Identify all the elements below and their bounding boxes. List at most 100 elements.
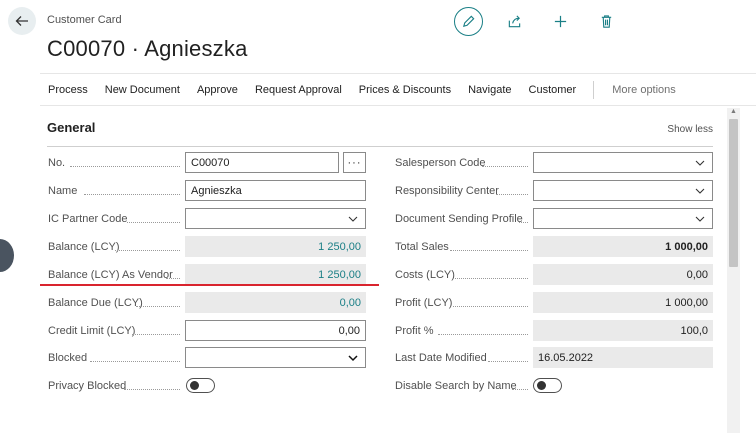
highlight-underline — [40, 284, 379, 286]
menu-prices-discounts[interactable]: Prices & Discounts — [351, 84, 460, 96]
field-row-ic-partner: IC Partner Code — [48, 208, 127, 229]
add-icon — [554, 15, 566, 27]
no-input[interactable]: C00070 — [185, 152, 339, 173]
field-row-credit-limit: Credit Limit (LCY) — [48, 320, 135, 341]
page-caption: Customer Card — [47, 14, 122, 26]
leader-dots — [166, 278, 180, 279]
field-label-disable-search: Disable Search by Name — [395, 379, 517, 392]
field-label-privacy-blocked: Privacy Blocked — [48, 379, 127, 392]
balance-lcy-value[interactable]: 1 250,00 — [185, 236, 366, 257]
edit-button[interactable] — [454, 6, 483, 36]
leader-dots — [519, 222, 528, 223]
vertical-scrollbar[interactable]: ▲ — [727, 108, 740, 433]
field-row-responsibility: Responsibility Center — [395, 180, 499, 201]
chevron-down-icon — [695, 188, 705, 194]
field-row-name: Name — [48, 180, 77, 201]
show-less-link[interactable]: Show less — [667, 124, 713, 135]
field-label-name: Name — [48, 184, 78, 197]
field-row-blocked: Blocked — [48, 347, 87, 368]
scroll-up-icon[interactable]: ▲ — [730, 108, 737, 115]
balance-due-value[interactable]: 0,00 — [185, 292, 366, 313]
field-row-salesperson: Salesperson Code — [395, 152, 486, 173]
share-icon — [508, 14, 520, 27]
new-button[interactable] — [545, 6, 575, 36]
leader-dots — [127, 222, 180, 223]
action-menu-bar: Process New Document Approve Request App… — [40, 73, 756, 106]
toggle-knob — [190, 381, 199, 390]
field-row-total-sales: Total Sales — [395, 236, 449, 257]
field-row-profit-pct: Profit % — [395, 320, 434, 341]
leader-dots — [136, 306, 180, 307]
delete-button[interactable] — [591, 6, 621, 36]
menu-new-document[interactable]: New Document — [97, 84, 189, 96]
disable-search-toggle[interactable] — [533, 378, 562, 393]
menu-more-options[interactable]: More options — [604, 84, 685, 96]
leader-dots — [488, 361, 528, 362]
leader-dots — [132, 334, 180, 335]
leader-dots — [482, 166, 528, 167]
leader-dots — [124, 389, 180, 390]
field-row-doc-sending: Document Sending Profile — [395, 208, 523, 229]
profit-percent-value: 100,0 — [533, 320, 713, 341]
last-date-modified-value: 16.05.2022 — [533, 347, 713, 368]
chevron-down-icon — [695, 160, 705, 166]
blocked-select[interactable] — [185, 347, 366, 368]
menu-approve[interactable]: Approve — [189, 84, 247, 96]
salesperson-code-select[interactable] — [533, 152, 713, 173]
field-row-no: No. — [48, 152, 65, 173]
profit-lcy-value: 1 000,00 — [533, 292, 713, 313]
chevron-down-icon — [695, 216, 705, 222]
field-row-last-modified: Last Date Modified — [395, 347, 487, 368]
document-sending-profile-select[interactable] — [533, 208, 713, 229]
field-row-disable-search: Disable Search by Name — [395, 375, 517, 396]
privacy-blocked-toggle[interactable] — [186, 378, 215, 393]
leader-dots — [453, 278, 528, 279]
responsibility-center-select[interactable] — [533, 180, 713, 201]
field-label-profit-pct: Profit % — [395, 324, 434, 337]
section-title[interactable]: General — [47, 120, 95, 135]
chevron-down-icon — [348, 216, 358, 222]
total-sales-value: 1 000,00 — [533, 236, 713, 257]
field-label-balance-vendor: Balance (LCY) As Vendor — [48, 268, 173, 281]
section-header: General Show less — [47, 118, 713, 147]
field-label-blocked: Blocked — [48, 351, 88, 364]
field-label-balance-due: Balance Due (LCY) — [48, 296, 143, 309]
leader-dots — [90, 361, 180, 362]
side-panel-handle[interactable] — [0, 239, 14, 272]
field-row-privacy-blocked: Privacy Blocked — [48, 375, 126, 396]
card-actions — [454, 6, 637, 36]
credit-limit-input[interactable]: 0,00 — [185, 320, 366, 341]
field-label-costs: Costs (LCY) — [395, 268, 455, 281]
field-row-costs: Costs (LCY) — [395, 264, 455, 285]
balance-vendor-value[interactable]: 1 250,00 — [185, 264, 366, 285]
costs-lcy-value: 0,00 — [533, 264, 713, 285]
field-label-balance: Balance (LCY) — [48, 240, 120, 253]
leader-dots — [115, 250, 180, 251]
delete-icon — [601, 14, 611, 28]
name-input[interactable]: Agnieszka — [185, 180, 366, 201]
field-row-balance-due: Balance Due (LCY) — [48, 292, 143, 313]
chevron-down-icon — [348, 355, 358, 362]
arrow-left-icon — [15, 16, 28, 26]
field-row-profit: Profit (LCY) — [395, 292, 452, 313]
field-label-responsibility: Responsibility Center — [395, 184, 499, 197]
menu-process[interactable]: Process — [40, 84, 97, 96]
menu-navigate[interactable]: Navigate — [460, 84, 520, 96]
toggle-knob — [537, 381, 546, 390]
menu-request-approval[interactable]: Request Approval — [247, 84, 351, 96]
leader-dots — [453, 306, 528, 307]
field-label-profit: Profit (LCY) — [395, 296, 453, 309]
leader-dots — [450, 250, 528, 251]
share-button[interactable] — [499, 6, 529, 36]
field-label-doc-sending: Document Sending Profile — [395, 212, 523, 225]
scroll-thumb[interactable] — [729, 119, 738, 267]
leader-dots — [70, 166, 180, 167]
field-label-salesperson: Salesperson Code — [395, 156, 486, 169]
no-lookup-button[interactable]: ··· — [343, 152, 366, 173]
back-button[interactable] — [8, 7, 36, 35]
ic-partner-code-select[interactable] — [185, 208, 366, 229]
leader-dots — [84, 194, 180, 195]
field-label-no: No. — [48, 156, 66, 169]
leader-dots — [438, 334, 528, 335]
menu-customer[interactable]: Customer — [521, 84, 586, 96]
